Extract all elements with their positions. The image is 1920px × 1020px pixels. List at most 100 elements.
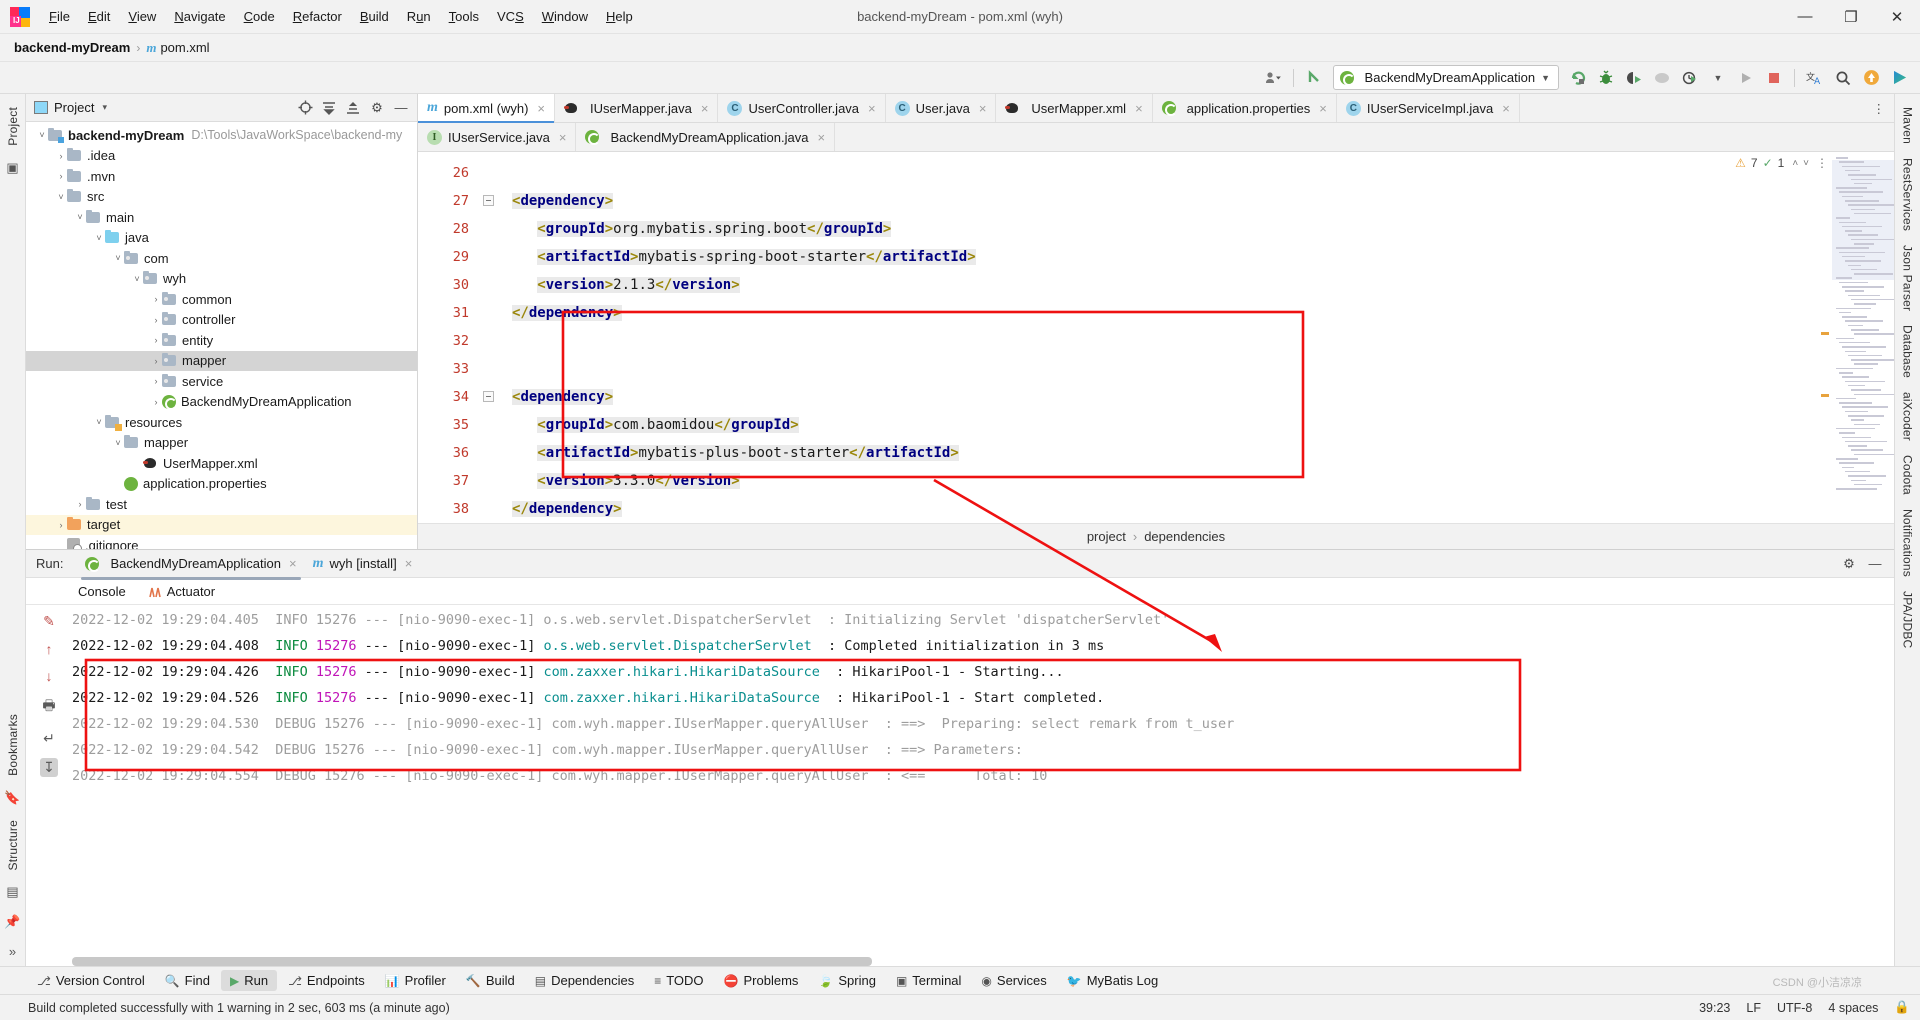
print-icon[interactable]: 🖶: [42, 695, 55, 719]
project-tree[interactable]: ˅ backend-myDream D:\Tools\JavaWorkSpace\b…: [26, 122, 417, 549]
tree-node--gitignore[interactable]: .gitignore: [26, 535, 417, 549]
scroll-up-icon[interactable]: ↑: [46, 641, 53, 657]
expand-arrow-icon[interactable]: ›: [150, 397, 162, 407]
file-encoding[interactable]: UTF-8: [1777, 1001, 1812, 1015]
editor-tab-application-properties[interactable]: application.properties ×: [1152, 94, 1337, 122]
tool-window-build[interactable]: 🔨 Build: [457, 970, 524, 991]
right-rail-database[interactable]: Database: [1901, 318, 1915, 385]
expand-arrow-icon[interactable]: ›: [55, 520, 67, 530]
menu-refactor[interactable]: Refactor: [284, 5, 351, 28]
collapse-all-icon[interactable]: [342, 97, 364, 119]
run-tab-backendmydreamapplication[interactable]: BackendMyDreamApplication ×: [77, 552, 304, 580]
right-rail-json-parser[interactable]: Json Parser: [1901, 238, 1915, 318]
close-icon[interactable]: ×: [979, 101, 987, 116]
error-stripe[interactable]: [1818, 152, 1832, 523]
tree-node-wyh[interactable]: ˅ wyh: [26, 269, 417, 290]
console-horizontal-scrollbar[interactable]: [72, 957, 1880, 966]
code-lines[interactable]: <dependency> <groupId>org.mybatis.spring.…: [500, 152, 1818, 523]
close-icon[interactable]: ×: [817, 130, 825, 145]
expand-arrow-icon[interactable]: ˅: [93, 233, 105, 243]
expand-all-icon[interactable]: [318, 97, 340, 119]
rerun-icon[interactable]: [1565, 66, 1591, 90]
editor-tab-pom-xml--wyh-[interactable]: m pom.xml (wyh) ×: [418, 94, 555, 123]
right-rail-restservices[interactable]: RestServices: [1901, 151, 1915, 238]
menu-code[interactable]: Code: [235, 5, 284, 28]
menu-build[interactable]: Build: [351, 5, 398, 28]
tool-window-profiler[interactable]: 📊 Profiler: [376, 970, 455, 991]
indent-setting[interactable]: 4 spaces: [1828, 1001, 1878, 1015]
run-icon[interactable]: [1733, 66, 1759, 90]
code-line[interactable]: <dependency>: [500, 187, 1818, 215]
menu-window[interactable]: Window: [533, 5, 597, 28]
hide-icon[interactable]: —: [390, 97, 412, 119]
console-output-area[interactable]: ✎ ↑ ↓ 🖶 ↵ ↧ 2022-12-02 19:29:04.405 INFO…: [26, 605, 1894, 966]
code-line[interactable]: <artifactId>mybatis-plus-boot-starter</a…: [500, 439, 1818, 467]
tool-window-run[interactable]: ▶ Run: [220, 970, 278, 991]
updates-icon[interactable]: [1301, 66, 1327, 90]
tree-node-backendmydreamapplication[interactable]: › BackendMyDreamApplication: [26, 392, 417, 413]
tree-node-main[interactable]: ˅ main: [26, 207, 417, 228]
tool-window-problems[interactable]: ⛔ Problems: [715, 970, 808, 991]
editor-tabs-overflow-button[interactable]: ⋮: [1864, 94, 1895, 122]
ai-assistant-icon[interactable]: [1886, 66, 1912, 90]
breadcrumb-file[interactable]: pom.xml: [160, 40, 209, 55]
hide-icon[interactable]: —: [1864, 553, 1886, 575]
code-line[interactable]: [500, 159, 1818, 187]
expand-arrow-icon[interactable]: ›: [150, 335, 162, 345]
soft-wrap-icon[interactable]: ↵: [43, 730, 55, 747]
tree-node-mapper[interactable]: ˅ mapper: [26, 433, 417, 454]
prev-highlight-icon[interactable]: ˄: [1792, 158, 1798, 169]
menu-tools[interactable]: Tools: [440, 5, 488, 28]
close-icon[interactable]: ×: [868, 101, 876, 116]
menu-edit[interactable]: Edit: [79, 5, 119, 28]
tree-node-mapper[interactable]: › mapper: [26, 350, 417, 371]
expand-arrow-icon[interactable]: ˅: [55, 192, 67, 202]
tool-window-spring[interactable]: 🍃 Spring: [809, 970, 885, 991]
tool-window-dependencies[interactable]: ▤ Dependencies: [526, 970, 643, 991]
user-icon[interactable]: [1260, 66, 1286, 90]
gear-icon[interactable]: ⚙: [366, 97, 388, 119]
expand-arrow-icon[interactable]: ›: [150, 356, 162, 366]
tree-node-backend-mydream[interactable]: ˅ backend-myDream D:\Tools\JavaWorkSpace\b…: [26, 125, 417, 146]
code-line[interactable]: [500, 327, 1818, 355]
rail-bookmarks[interactable]: Bookmarks: [6, 707, 20, 783]
translate-icon[interactable]: 文A: [1802, 66, 1828, 90]
menu-run[interactable]: Run: [398, 5, 440, 28]
expand-arrow-icon[interactable]: ›: [150, 376, 162, 386]
editor-tab-usermapper-xml[interactable]: UserMapper.xml ×: [996, 94, 1153, 122]
close-icon[interactable]: ×: [405, 556, 413, 571]
close-icon[interactable]: ×: [1502, 101, 1510, 116]
right-rail-codota[interactable]: Codota: [1901, 448, 1915, 502]
code-line[interactable]: <version>3.3.0</version>: [500, 467, 1818, 495]
tool-window-mybatis-log[interactable]: 🐦 MyBatis Log: [1058, 970, 1168, 991]
editor-tab-iuserservice-java[interactable]: I IUserService.java ×: [418, 123, 577, 151]
code-line[interactable]: </dependency>: [500, 495, 1818, 523]
tree-node--idea[interactable]: › .idea: [26, 146, 417, 167]
editor-options-icon[interactable]: ⋮: [1816, 156, 1828, 170]
expand-arrow-icon[interactable]: ›: [74, 499, 86, 509]
close-icon[interactable]: ×: [701, 101, 709, 116]
code-line[interactable]: </dependency>: [500, 299, 1818, 327]
inspection-widget[interactable]: ⚠ 7 ✓ 1 ˄ ˅ ⋮: [1735, 156, 1828, 170]
code-line[interactable]: <artifactId>mybatis-spring-boot-starter<…: [500, 243, 1818, 271]
code-line[interactable]: <dependency>: [500, 383, 1818, 411]
expand-rail-icon[interactable]: »: [9, 944, 16, 959]
locate-icon[interactable]: [294, 97, 316, 119]
update-project-icon[interactable]: [1858, 66, 1884, 90]
maximize-button[interactable]: ❐: [1828, 0, 1874, 34]
tree-node-entity[interactable]: › entity: [26, 330, 417, 351]
edit-icon[interactable]: ✎: [43, 613, 55, 630]
tool-window-todo[interactable]: ≡ TODO: [645, 970, 712, 991]
code-line[interactable]: [500, 355, 1818, 383]
breadcrumb-root[interactable]: project: [1087, 529, 1126, 544]
right-rail-maven[interactable]: Maven: [1901, 100, 1915, 151]
menu-help[interactable]: Help: [597, 5, 642, 28]
expand-arrow-icon[interactable]: ˅: [36, 130, 48, 140]
run-profiler-icon[interactable]: [1677, 66, 1703, 90]
console-tab-actuator[interactable]: Actuator: [144, 582, 219, 601]
code-minimap[interactable]: [1832, 152, 1894, 523]
code-editor[interactable]: 2627282930313233343536373839 <dependency…: [418, 152, 1894, 523]
debug-icon[interactable]: [1593, 66, 1619, 90]
rail-structure[interactable]: Structure: [6, 813, 20, 878]
gear-icon[interactable]: ⚙: [1838, 553, 1860, 575]
